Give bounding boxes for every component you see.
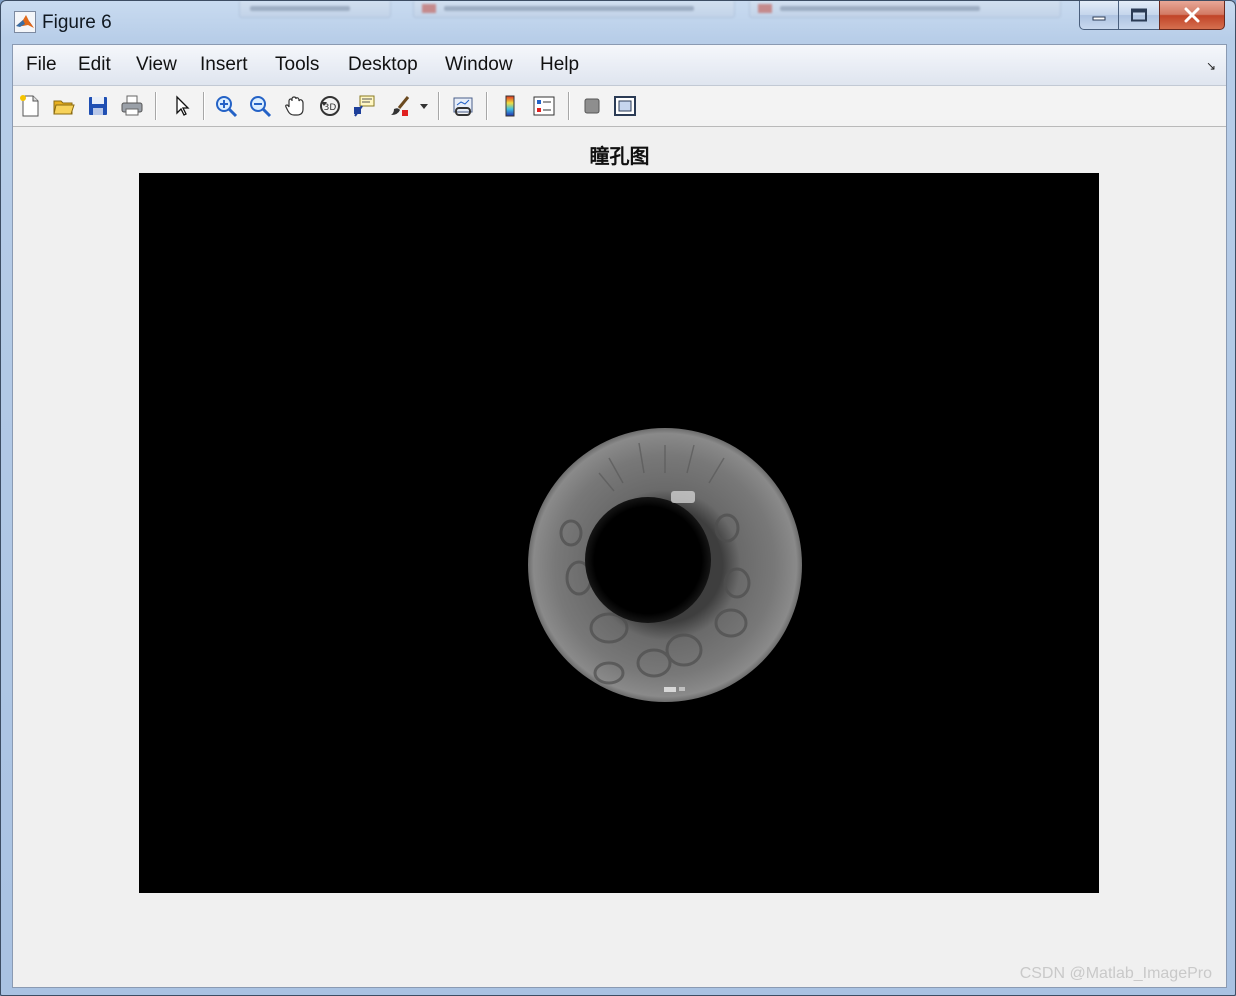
legend-icon: [533, 96, 555, 116]
close-button[interactable]: [1159, 1, 1225, 30]
menu-tools[interactable]: Tools: [275, 54, 319, 76]
open-file-button[interactable]: [50, 92, 78, 120]
brush-dropdown-button[interactable]: [416, 92, 432, 120]
restore-icon: [1131, 8, 1147, 22]
axes-title: 瞳孔图: [589, 144, 650, 168]
data-cursor-button[interactable]: [350, 92, 378, 120]
insert-legend-button[interactable]: [530, 92, 558, 120]
matlab-logo-icon: [14, 11, 36, 33]
menu-bar: File Edit View Insert Tools Desktop Wind…: [13, 45, 1226, 86]
menu-file[interactable]: File: [26, 54, 57, 76]
rotate-3d-button[interactable]: 3D: [316, 92, 344, 120]
zoom-in-icon: [216, 96, 238, 118]
menu-help[interactable]: Help: [540, 54, 579, 76]
hide-plot-tools-icon: [584, 98, 600, 114]
new-figure-button[interactable]: [16, 92, 44, 120]
link-plot-button[interactable]: [449, 92, 477, 120]
maximize-button[interactable]: [1118, 1, 1160, 30]
dropdown-arrow-icon: [420, 104, 428, 109]
menu-view[interactable]: View: [136, 54, 177, 76]
title-bar[interactable]: Figure 6: [1, 1, 1235, 43]
arrow-pointer-icon: [176, 95, 190, 116]
save-disk-icon: [89, 97, 107, 115]
colorbar-icon: [505, 95, 515, 117]
save-figure-button[interactable]: [84, 92, 112, 120]
brush-button[interactable]: [386, 92, 414, 120]
watermark: CSDN @Matlab_ImagePro: [1019, 965, 1212, 982]
edit-plot-button[interactable]: [168, 92, 196, 120]
show-plot-tools-button[interactable]: [611, 92, 639, 120]
image-axes[interactable]: [139, 173, 1099, 893]
print-figure-button[interactable]: [118, 92, 146, 120]
open-folder-icon: [53, 100, 75, 115]
iris-image: [528, 428, 802, 702]
data-cursor-icon: [354, 95, 375, 117]
window-title: Figure 6: [42, 12, 112, 33]
menu-edit[interactable]: Edit: [78, 54, 111, 76]
insert-colorbar-button[interactable]: [496, 92, 524, 120]
link-plot-icon: [453, 97, 473, 116]
minimize-icon: [1092, 16, 1106, 21]
toolbar-separator: [486, 92, 488, 120]
toolbar-separator: [568, 92, 570, 120]
hand-pan-icon: [285, 96, 304, 116]
svg-text:3D: 3D: [324, 103, 337, 113]
toolbar-separator: [203, 92, 205, 120]
rotate-3d-icon: 3D: [320, 96, 340, 116]
minimize-button[interactable]: [1079, 1, 1119, 30]
new-file-icon: [20, 95, 39, 117]
show-plot-tools-icon: [614, 96, 636, 116]
menu-insert[interactable]: Insert: [200, 54, 248, 76]
zoom-out-button[interactable]: [246, 92, 274, 120]
dock-arrow-icon[interactable]: ↘: [1206, 59, 1216, 73]
caption-buttons: [1079, 1, 1225, 31]
menu-window[interactable]: Window: [445, 54, 513, 76]
pan-button[interactable]: [281, 92, 309, 120]
hide-plot-tools-button[interactable]: [578, 92, 606, 120]
close-icon: [1184, 7, 1200, 23]
zoom-in-button[interactable]: [212, 92, 240, 120]
figure-window: Figure 6 File Edit View Insert Tools Des…: [0, 0, 1236, 996]
zoom-out-icon: [250, 96, 272, 118]
toolbar-separator: [155, 92, 157, 120]
figure-toolbar: 3D: [13, 86, 1226, 127]
menu-desktop[interactable]: Desktop: [348, 54, 418, 76]
printer-icon: [121, 95, 143, 116]
figure-client-area: File Edit View Insert Tools Desktop Wind…: [12, 44, 1227, 988]
brush-icon: [391, 96, 410, 116]
toolbar-separator: [438, 92, 440, 120]
